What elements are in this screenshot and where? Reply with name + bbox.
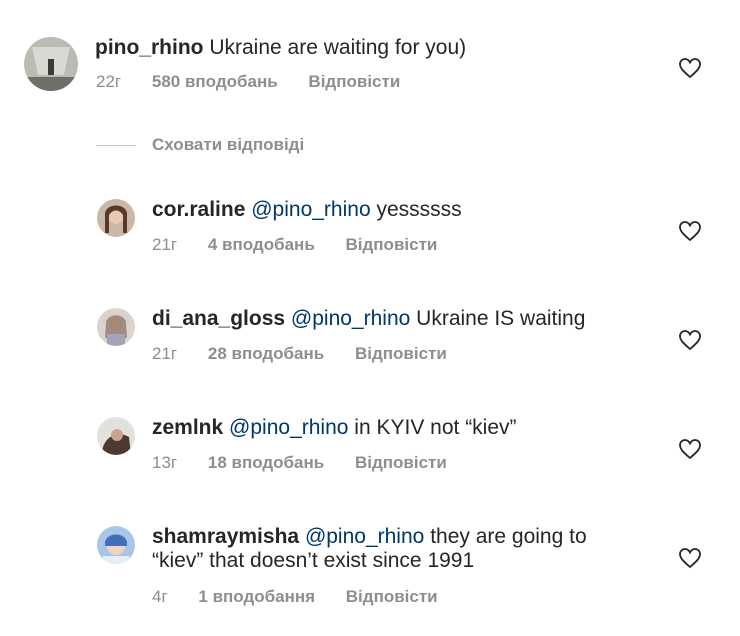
mention-link[interactable]: @pino_rhino	[229, 416, 348, 439]
timestamp: 13г	[152, 453, 178, 472]
heart-icon[interactable]	[678, 220, 702, 242]
comment-body: Ukraine are waiting for you)	[209, 36, 467, 59]
reply-body: “kiev” that doesn’t exist since 1991	[152, 549, 475, 572]
heart-icon[interactable]	[678, 438, 702, 460]
reply-button[interactable]: Відповісти	[355, 453, 447, 473]
reply-meta: 21г 28 вподобань Відповісти	[152, 344, 447, 364]
avatar[interactable]	[97, 417, 135, 455]
reply-meta: 21г 4 вподобань Відповісти	[152, 235, 437, 255]
reply-button[interactable]: Відповісти	[346, 235, 438, 255]
reply-button[interactable]: Відповісти	[346, 587, 438, 607]
timestamp: 22г	[96, 72, 122, 91]
reply-body: they are going to	[430, 525, 587, 548]
timestamp: 4г	[152, 587, 168, 606]
mention-link[interactable]: @pino_rhino	[305, 525, 424, 548]
mention-link[interactable]: @pino_rhino	[291, 307, 410, 330]
reply-body: in KYIV not “kiev”	[354, 416, 517, 439]
avatar[interactable]	[24, 37, 78, 91]
reply-body: Ukraine IS waiting	[416, 307, 586, 330]
reply-body: yessssss	[376, 198, 462, 221]
hide-replies-button[interactable]: Сховати відповіді	[152, 135, 304, 155]
username[interactable]: zemlnk	[152, 416, 223, 439]
timestamp: 21г	[152, 235, 178, 254]
likes-count[interactable]: 4 вподобань	[208, 235, 315, 255]
username[interactable]: di_ana_gloss	[152, 307, 285, 330]
mention-link[interactable]: @pino_rhino	[251, 198, 370, 221]
reply-text: di_ana_gloss @pino_rhino Ukraine IS wait…	[152, 306, 585, 332]
timestamp: 21г	[152, 344, 178, 363]
likes-count[interactable]: 580 вподобань	[152, 72, 278, 92]
reply-meta: 13г 18 вподобань Відповісти	[152, 453, 447, 473]
likes-count[interactable]: 28 вподобань	[208, 344, 324, 364]
reply-text: cor.raline @pino_rhino yessssss	[152, 197, 462, 223]
likes-count[interactable]: 18 вподобань	[208, 453, 324, 473]
comment-meta: 22г 580 вподобань Відповісти	[96, 72, 400, 92]
reply-text: shamraymisha @pino_rhino they are going …	[152, 524, 587, 550]
heart-icon[interactable]	[678, 57, 702, 79]
divider	[96, 145, 136, 146]
reply-button[interactable]: Відповісти	[355, 344, 447, 364]
reply-meta: 4г 1 вподобання Відповісти	[152, 587, 438, 607]
reply-button[interactable]: Відповісти	[308, 72, 400, 92]
likes-count[interactable]: 1 вподобання	[198, 587, 315, 607]
avatar[interactable]	[97, 526, 135, 564]
heart-icon[interactable]	[678, 547, 702, 569]
username[interactable]: cor.raline	[152, 198, 245, 221]
avatar[interactable]	[97, 308, 135, 346]
reply-text-line2: “kiev” that doesn’t exist since 1991	[152, 548, 474, 574]
heart-icon[interactable]	[678, 329, 702, 351]
avatar[interactable]	[97, 199, 135, 237]
username[interactable]: shamraymisha	[152, 525, 299, 548]
username[interactable]: pino_rhino	[95, 36, 204, 59]
reply-text: zemlnk @pino_rhino in KYIV not “kiev”	[152, 415, 517, 441]
comment-text: pino_rhino Ukraine are waiting for you)	[95, 35, 466, 61]
